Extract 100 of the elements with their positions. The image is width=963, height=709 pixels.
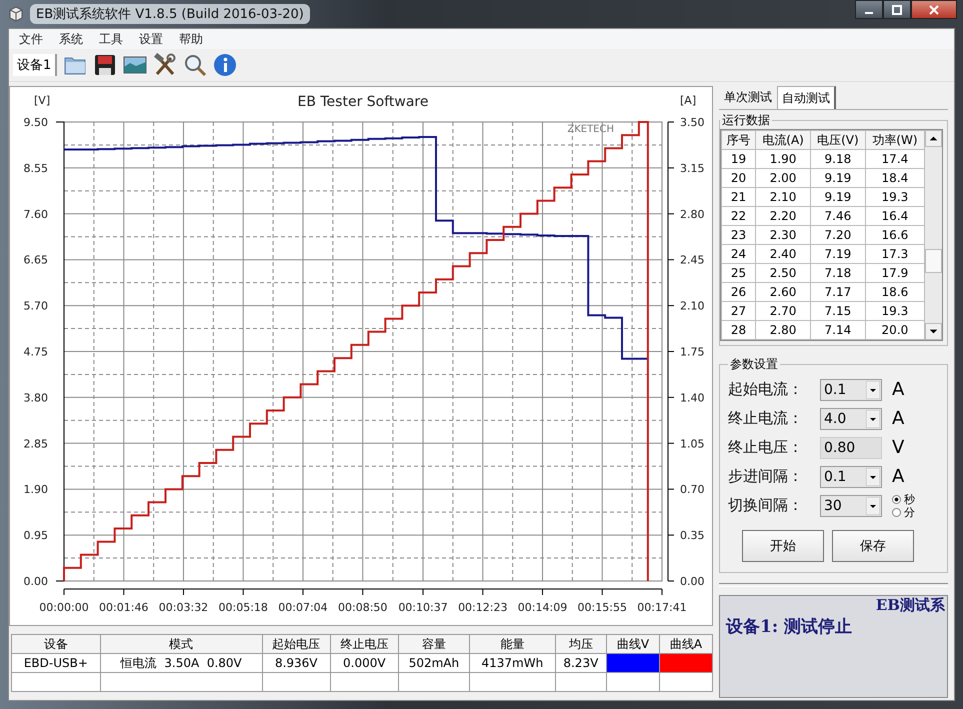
scroll-up-icon[interactable] bbox=[925, 130, 942, 147]
table-cell: 2.10 bbox=[756, 188, 810, 206]
tick-label: 4.75 bbox=[24, 346, 48, 358]
tick-label: 0.35 bbox=[680, 529, 704, 542]
tick-label: 2.80 bbox=[680, 208, 704, 221]
minimize-button[interactable] bbox=[855, 0, 883, 19]
table-cell: EBD-USB+ bbox=[12, 654, 100, 672]
column-header: 容量 bbox=[398, 634, 470, 654]
table-cell: 8.936V bbox=[262, 654, 330, 672]
info-icon[interactable] bbox=[213, 53, 238, 77]
column-header: 均压 bbox=[555, 634, 606, 654]
tab[interactable]: 自动测试 bbox=[777, 86, 836, 109]
table-cell: 20 bbox=[722, 168, 756, 188]
table-cell: 7.46 bbox=[810, 206, 866, 226]
close-button[interactable] bbox=[911, 0, 957, 19]
tick-label: 0.00 bbox=[680, 575, 704, 588]
unit-label: A bbox=[892, 408, 904, 429]
table-cell: 25 bbox=[722, 264, 756, 282]
tick-label: 00:12:23 bbox=[458, 601, 508, 614]
tick-label: 00:07:04 bbox=[278, 601, 328, 614]
status-title: EB测试系 bbox=[876, 596, 946, 615]
tick-label: 3.80 bbox=[24, 391, 48, 404]
hammer-wrench-icon[interactable] bbox=[153, 53, 178, 77]
dropdown[interactable]: 4.0 bbox=[820, 408, 882, 430]
tab[interactable]: 单次测试 bbox=[719, 86, 777, 109]
table-cell: 27 bbox=[722, 302, 756, 320]
unit-label: A bbox=[892, 466, 904, 487]
tick-label: 1.90 bbox=[24, 483, 48, 496]
unit-label: A bbox=[892, 379, 904, 400]
table-cell: 19 bbox=[722, 150, 756, 168]
chart-title: EB Tester Software bbox=[298, 94, 428, 110]
tick-label: 2.10 bbox=[680, 300, 704, 313]
axis-label: [V] bbox=[34, 94, 50, 107]
table-cell: 22 bbox=[722, 206, 756, 226]
dropdown[interactable]: 0.1 bbox=[820, 466, 882, 488]
table-cell: 23 bbox=[722, 226, 756, 244]
unit-label: V bbox=[892, 437, 904, 458]
tick-label: 00:17:41 bbox=[637, 601, 687, 614]
table-cell: 2.60 bbox=[756, 282, 810, 302]
input-field[interactable]: 0.80 bbox=[820, 436, 882, 458]
radio-label: 秒 bbox=[904, 492, 915, 506]
table-cell: 2.30 bbox=[756, 226, 810, 244]
table-cell: 2.80 bbox=[756, 320, 810, 340]
axis-label: [A] bbox=[680, 94, 696, 107]
device-tab[interactable]: 设备1 bbox=[13, 54, 58, 76]
table-cell: 21 bbox=[722, 188, 756, 206]
table-cell: 1.90 bbox=[756, 150, 810, 168]
table-cell: 恒电流 3.50A 0.80V bbox=[100, 654, 262, 672]
tick-label: 00:15:55 bbox=[578, 601, 627, 614]
menu-item[interactable]: 帮助 bbox=[173, 30, 209, 48]
radio-button[interactable] bbox=[892, 508, 901, 516]
table-cell: 7.17 bbox=[810, 282, 866, 302]
table-cell: 502mAh bbox=[398, 654, 470, 672]
column-header: 模式 bbox=[100, 634, 262, 654]
tick-label: 1.75 bbox=[680, 346, 704, 358]
table-cell: 2.70 bbox=[756, 302, 810, 320]
table-cell: 2.20 bbox=[756, 206, 810, 226]
maximize-icon bbox=[892, 4, 902, 14]
column-header: 曲线V bbox=[606, 634, 660, 654]
table-cell: 9.18 bbox=[810, 150, 866, 168]
dropdown-arrow-icon[interactable] bbox=[866, 380, 880, 398]
tick-label: 2.85 bbox=[24, 437, 48, 450]
dropdown[interactable]: 0.1 bbox=[820, 378, 882, 400]
search-icon[interactable] bbox=[183, 53, 208, 77]
dropdown[interactable]: 30 bbox=[820, 494, 882, 516]
param-label: 终止电流： bbox=[728, 409, 804, 428]
scroll-thumb[interactable] bbox=[925, 249, 942, 273]
table-cell: 24 bbox=[722, 244, 756, 264]
dropdown-arrow-icon[interactable] bbox=[866, 468, 880, 486]
scroll-down-icon[interactable] bbox=[925, 323, 942, 340]
tick-label: 5.70 bbox=[24, 300, 48, 313]
dropdown-arrow-icon[interactable] bbox=[866, 496, 880, 514]
column-header: 曲线A bbox=[660, 634, 712, 654]
tick-label: 2.45 bbox=[680, 254, 704, 267]
param-label: 步进间隔： bbox=[728, 467, 804, 486]
tick-label: 0.70 bbox=[680, 483, 704, 496]
tick-label: 0.00 bbox=[24, 575, 48, 588]
dropdown-arrow-icon[interactable] bbox=[866, 410, 880, 428]
table-cell: 2.40 bbox=[756, 244, 810, 264]
menu-item[interactable]: 工具 bbox=[93, 30, 129, 48]
table-cell: 0.000V bbox=[330, 654, 398, 672]
menu-item[interactable]: 文件 bbox=[13, 30, 49, 48]
app-cube-icon bbox=[8, 6, 24, 22]
column-header: 电流(A) bbox=[756, 130, 810, 150]
close-icon bbox=[929, 4, 939, 14]
menu-item[interactable]: 设置 bbox=[133, 30, 169, 48]
radio-button[interactable] bbox=[892, 494, 901, 504]
tick-label: 00:05:18 bbox=[218, 601, 268, 614]
tick-label: 6.65 bbox=[24, 254, 48, 267]
maximize-button[interactable] bbox=[883, 0, 911, 19]
group-title: 运行数据 bbox=[721, 112, 771, 129]
scrollbar[interactable] bbox=[925, 130, 942, 340]
action-button[interactable]: 开始 bbox=[742, 530, 824, 562]
column-header: 终止电压 bbox=[330, 634, 398, 654]
tick-label: 3.50 bbox=[680, 116, 704, 129]
action-button[interactable]: 保存 bbox=[832, 530, 914, 562]
menu-item[interactable]: 系统 bbox=[53, 30, 89, 48]
column-header: 设备 bbox=[12, 634, 100, 654]
table-cell: 26 bbox=[722, 282, 756, 302]
table-cell: 7.20 bbox=[810, 226, 866, 244]
